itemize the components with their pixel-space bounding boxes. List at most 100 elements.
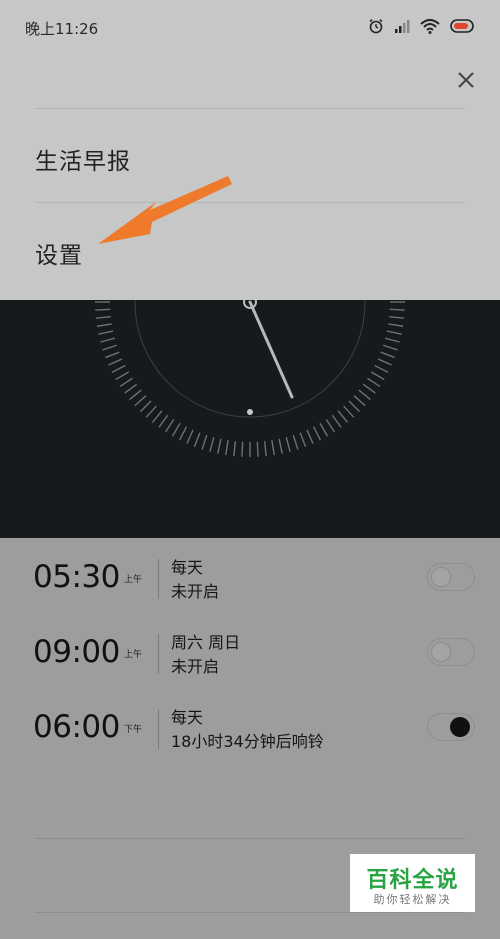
watermark-logo: 百科全说 助你轻松解决: [350, 854, 475, 912]
clock-tick: [312, 426, 321, 441]
alarm-status: 未开启: [171, 657, 220, 676]
clock-tick: [241, 441, 244, 457]
clock-tick: [105, 351, 120, 359]
clock-tick: [186, 429, 194, 444]
alarm-period: 上午: [124, 650, 143, 660]
alarm-toggle[interactable]: [427, 713, 475, 741]
clock-tick: [115, 371, 130, 381]
clock-tick: [389, 315, 405, 319]
clock-tick: [108, 358, 123, 366]
clock-tick: [343, 405, 355, 418]
clock-tick: [225, 440, 229, 456]
clock-tick: [331, 414, 342, 428]
alarm-row[interactable]: 06:00 下午 每天 18小时34分钟后响铃: [0, 693, 500, 763]
clock-tick: [145, 405, 157, 418]
alarm-period: 下午: [124, 725, 143, 735]
signal-icon: [395, 20, 410, 33]
alarm-repeat: 每天: [171, 708, 204, 727]
clock-second-dot: [247, 409, 253, 415]
battery-icon: [450, 19, 474, 33]
clock-tick: [374, 364, 389, 373]
clock-tick: [377, 358, 392, 366]
alarm-time: 05:30: [33, 559, 120, 595]
clock-tick: [100, 337, 115, 343]
watermark-title: 百科全说: [366, 868, 459, 893]
clock-tick: [139, 400, 152, 413]
clock-tick: [367, 377, 381, 388]
clock-tick: [201, 434, 208, 450]
menu-item-settings[interactable]: 设置: [35, 236, 83, 270]
alarm-separator: [158, 634, 159, 674]
clock-tick: [171, 422, 181, 437]
clock-tick: [337, 410, 349, 423]
clock-tick: [263, 441, 267, 457]
clock-inner-ring: [134, 300, 366, 418]
clock-tick: [256, 441, 259, 457]
clock-tick: [134, 395, 147, 407]
clock-tick: [278, 438, 283, 454]
clock-tick: [217, 438, 222, 454]
clock-tick: [358, 389, 371, 401]
clock-tick: [158, 414, 169, 428]
clock-tick: [348, 400, 361, 413]
alarm-repeat: 周六 周日: [171, 633, 241, 652]
alarm-toggle[interactable]: [427, 638, 475, 666]
clock-tick: [193, 432, 201, 447]
clock-tick: [299, 432, 307, 447]
clock-tick: [271, 440, 275, 456]
clock-tick: [325, 419, 336, 433]
close-icon[interactable]: [452, 66, 480, 94]
toggle-knob: [450, 717, 470, 737]
clock-tick: [386, 330, 402, 335]
clock-tick: [292, 434, 299, 450]
menu-item-daily-report[interactable]: 生活早报: [35, 142, 131, 176]
menu-panel: 晚上11:26 生活早报 设置: [0, 0, 500, 300]
alarm-time: 09:00: [33, 634, 120, 670]
clock-tick: [96, 323, 112, 327]
menu-divider: [35, 202, 465, 203]
clock-tick: [209, 437, 215, 452]
clock-tick: [385, 337, 400, 343]
clock-tick: [98, 330, 114, 335]
clock-tick: [102, 344, 118, 351]
watermark-subtitle: 助你轻松解决: [373, 893, 452, 906]
clock-minute-hand: [248, 300, 294, 399]
alarm-separator: [158, 559, 159, 599]
list-divider: [35, 838, 465, 839]
clock-tick: [111, 364, 126, 373]
alarm-toggle[interactable]: [427, 563, 475, 591]
clock-tick: [164, 419, 175, 433]
status-time: 晚上11:26: [25, 20, 99, 38]
clock-tick: [285, 437, 291, 452]
clock-tick: [179, 426, 188, 441]
clock-tick: [362, 383, 376, 394]
clock-tick: [95, 308, 111, 311]
alarm-status: 18小时34分钟后响铃: [171, 732, 324, 751]
clock-tick: [388, 323, 404, 327]
clock-tick: [151, 410, 163, 423]
clock-tick: [233, 441, 237, 457]
clock-tick: [306, 429, 314, 444]
alarm-row[interactable]: 05:30 上午 每天 未开启: [0, 543, 500, 613]
clock-tick: [129, 389, 142, 401]
status-bar: 晚上11:26: [0, 0, 500, 54]
alarm-separator: [158, 709, 159, 749]
toggle-knob: [431, 567, 451, 587]
clock-tick: [382, 344, 398, 351]
toggle-knob: [431, 642, 451, 662]
alarm-repeat: 每天: [171, 558, 204, 577]
clock-tick: [124, 383, 138, 394]
alarm-time: 06:00: [33, 709, 120, 745]
menu-divider: [35, 108, 465, 109]
clock-tick: [370, 371, 385, 381]
wifi-icon: [420, 18, 440, 34]
alarm-row[interactable]: 09:00 上午 周六 周日未开启: [0, 618, 500, 688]
clock-tick: [95, 315, 111, 319]
clock-tick: [389, 308, 405, 311]
alarm-icon: [369, 19, 383, 34]
clock-tick: [353, 395, 366, 407]
alarm-period: 上午: [124, 575, 143, 585]
status-icons: [368, 16, 476, 36]
clock-ticks: [95, 301, 405, 457]
clock-tick: [380, 351, 395, 359]
